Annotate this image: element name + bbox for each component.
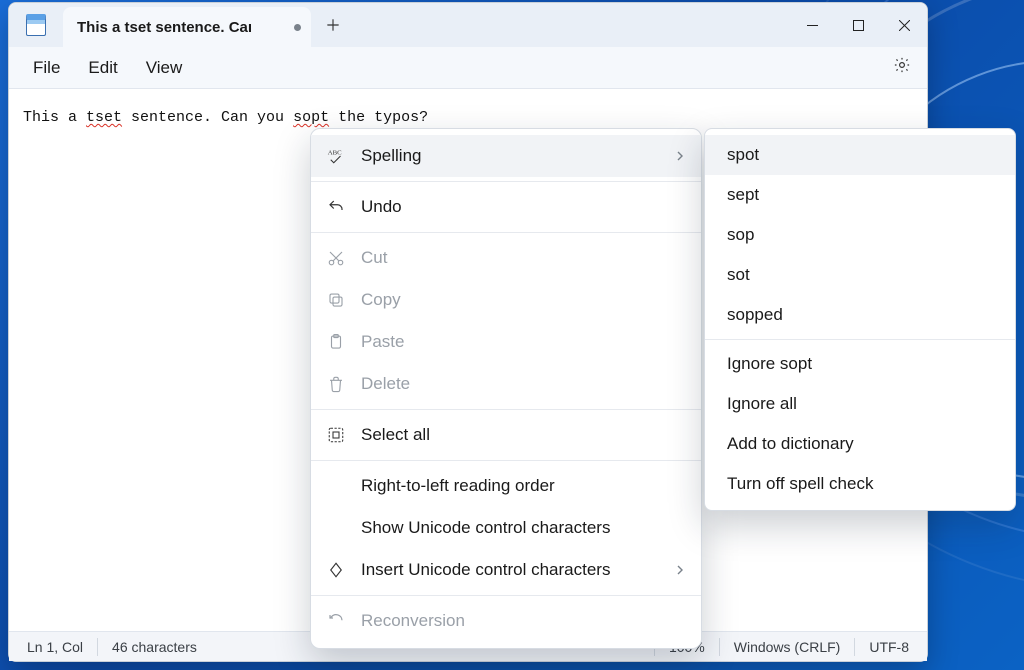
cut-icon	[325, 249, 347, 267]
menubar: File Edit View	[9, 47, 927, 89]
menu-item-cut: Cut	[311, 237, 701, 279]
select-all-icon	[325, 426, 347, 444]
menu-item-paste: Paste	[311, 321, 701, 363]
menu-separator	[311, 460, 701, 461]
misspelled-word[interactable]: sopt	[293, 109, 329, 126]
context-menu: ABC Spelling Undo Cut Copy Paste	[310, 128, 702, 649]
menu-separator	[311, 232, 701, 233]
spelling-submenu: spot sept sop sot sopped Ignore sopt Ign…	[704, 128, 1016, 511]
settings-button[interactable]	[883, 50, 921, 85]
suggestion-sot[interactable]: sot	[705, 255, 1015, 295]
chevron-right-icon	[675, 148, 685, 164]
maximize-button[interactable]	[835, 3, 881, 47]
suggestion-spot[interactable]: spot	[705, 135, 1015, 175]
status-char-count: 46 characters	[98, 639, 211, 655]
document-tab[interactable]: This a tset sentence. Caı	[63, 7, 311, 47]
titlebar[interactable]: This a tset sentence. Caı	[9, 3, 927, 47]
menu-item-add-to-dictionary[interactable]: Add to dictionary	[705, 424, 1015, 464]
menu-item-undo[interactable]: Undo	[311, 186, 701, 228]
notepad-icon	[26, 14, 46, 36]
menu-item-reconversion: Reconversion	[311, 600, 701, 642]
menu-edit[interactable]: Edit	[74, 52, 131, 84]
menu-item-delete: Delete	[311, 363, 701, 405]
status-encoding[interactable]: UTF-8	[855, 639, 923, 655]
new-tab-button[interactable]	[311, 3, 355, 47]
menu-separator	[311, 409, 701, 410]
delete-icon	[325, 375, 347, 393]
menu-separator	[311, 595, 701, 596]
editor-text: This a tset sentence. Can you sopt the t…	[23, 109, 428, 126]
suggestion-sept[interactable]: sept	[705, 175, 1015, 215]
menu-item-rtl[interactable]: Right-to-left reading order	[311, 465, 701, 507]
menu-item-show-unicode[interactable]: Show Unicode control characters	[311, 507, 701, 549]
menu-item-copy: Copy	[311, 279, 701, 321]
reconversion-icon	[325, 612, 347, 630]
gear-icon	[893, 56, 911, 74]
menu-item-ignore-all[interactable]: Ignore all	[705, 384, 1015, 424]
chevron-right-icon	[675, 562, 685, 578]
undo-icon	[325, 198, 347, 216]
menu-separator	[705, 339, 1015, 340]
tab-title: This a tset sentence. Caı	[77, 19, 282, 36]
menu-file[interactable]: File	[19, 52, 74, 84]
spellcheck-icon: ABC	[325, 147, 347, 165]
misspelled-word[interactable]: tset	[86, 109, 122, 126]
suggestion-sop[interactable]: sop	[705, 215, 1015, 255]
copy-icon	[325, 291, 347, 309]
menu-item-turn-off-spellcheck[interactable]: Turn off spell check	[705, 464, 1015, 504]
plus-icon	[326, 18, 340, 32]
close-button[interactable]	[881, 3, 927, 47]
menu-view[interactable]: View	[132, 52, 197, 84]
menu-item-insert-unicode[interactable]: Insert Unicode control characters	[311, 549, 701, 591]
status-line-ending[interactable]: Windows (CRLF)	[720, 639, 855, 655]
menu-item-select-all[interactable]: Select all	[311, 414, 701, 456]
insert-icon	[325, 561, 347, 579]
svg-text:ABC: ABC	[328, 150, 342, 157]
menu-item-spelling[interactable]: ABC Spelling	[311, 135, 701, 177]
unsaved-indicator-icon	[294, 24, 301, 31]
menu-separator	[311, 181, 701, 182]
paste-icon	[325, 333, 347, 351]
suggestion-sopped[interactable]: sopped	[705, 295, 1015, 335]
status-cursor-position: Ln 1, Col	[13, 639, 97, 655]
app-icon	[9, 3, 63, 47]
window-controls	[789, 3, 927, 47]
menu-item-ignore-once[interactable]: Ignore sopt	[705, 344, 1015, 384]
minimize-button[interactable]	[789, 3, 835, 47]
